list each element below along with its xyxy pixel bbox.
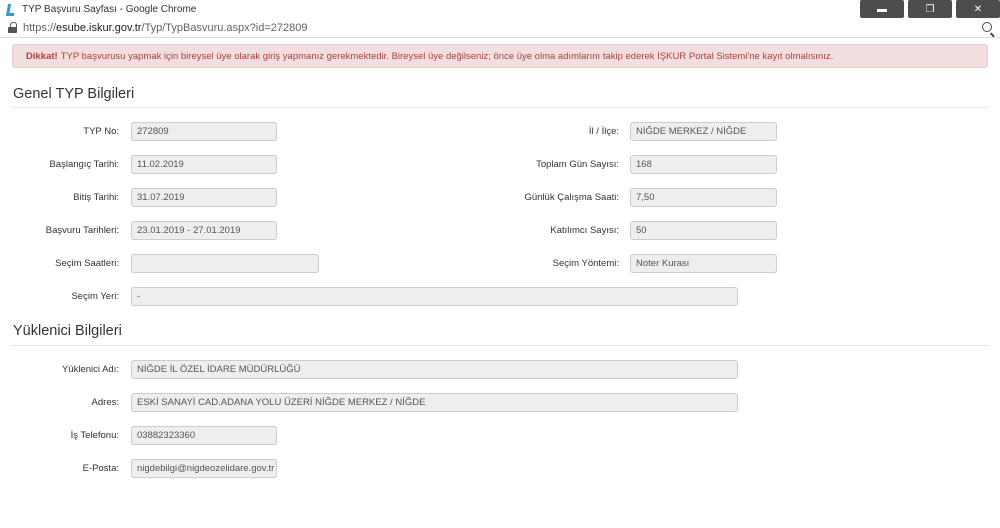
- restore-button[interactable]: ❐: [908, 0, 952, 18]
- alert-text: TYP başvurusu yapmak için bireysel üye o…: [60, 50, 834, 62]
- field-secim-yontemi: Noter Kurası: [630, 254, 777, 273]
- label-toplam-gun: Toplam Gün Sayısı:: [536, 159, 619, 170]
- section-title-contractor: Yüklenici Bilgileri: [13, 323, 122, 339]
- alert-strong: Dikkat!: [26, 50, 58, 62]
- url-protocol: https://: [23, 21, 57, 34]
- window-titlebar: TYP Başvuru Sayfası - Google Chrome ▬ ❐ …: [0, 0, 1000, 18]
- field-bitis-tarihi: 31.07.2019: [131, 188, 277, 207]
- label-typ-no: TYP No:: [83, 126, 119, 137]
- warning-alert: Dikkat! TYP başvurusu yapmak için bireys…: [12, 44, 988, 68]
- label-is-telefonu: İş Telefonu:: [70, 430, 119, 441]
- label-baslangic-tarihi: Başlangıç Tarihi:: [49, 159, 119, 170]
- label-secim-yontemi: Seçim Yöntemi:: [552, 258, 619, 269]
- address-bar[interactable]: https://esube.iskur.gov.tr/Typ/TypBasvur…: [0, 18, 1000, 38]
- field-typ-no: 272809: [131, 122, 277, 141]
- field-gunluk-calisma-saati: 7,50: [630, 188, 777, 207]
- field-toplam-gun: 168: [630, 155, 777, 174]
- field-secim-yeri: -: [131, 287, 738, 306]
- app-logo-icon: [6, 4, 16, 14]
- field-katilimci-sayisi: 50: [630, 221, 777, 240]
- field-yuklenici-adi: NİĞDE İL ÖZEL İDARE MÜDÜRLÜĞÜ: [131, 360, 738, 379]
- window-title: TYP Başvuru Sayfası - Google Chrome: [22, 3, 197, 15]
- field-basvuru-tarihleri: 23.01.2019 - 27.01.2019: [131, 221, 277, 240]
- label-secim-saatleri: Seçim Saatleri:: [55, 258, 119, 269]
- label-il-ilce: İl / İlçe:: [588, 126, 619, 137]
- field-adres: ESKİ SANAYİ CAD.ADANA YOLU ÜZERİ NİĞDE M…: [131, 393, 738, 412]
- close-button[interactable]: ✕: [956, 0, 1000, 18]
- window-controls: ▬ ❐ ✕: [856, 0, 1000, 18]
- lock-icon: [8, 21, 17, 34]
- url-host: esube.iskur.gov.tr: [56, 21, 142, 34]
- section-title-general: Genel TYP Bilgileri: [13, 86, 135, 102]
- label-secim-yeri: Seçim Yeri:: [71, 291, 119, 302]
- field-e-posta: nigdebilgi@nigdeozelidare.gov.tr: [131, 459, 277, 478]
- section-divider: [12, 345, 988, 346]
- url-text[interactable]: https://esube.iskur.gov.tr/Typ/TypBasvur…: [23, 22, 307, 34]
- url-path: /Typ/TypBasvuru.aspx?id=272809: [141, 21, 308, 34]
- label-basvuru-tarihleri: Başvuru Tarihleri:: [45, 225, 119, 236]
- label-adres: Adres:: [91, 397, 119, 408]
- label-katilimci-sayisi: Katılımcı Sayısı:: [550, 225, 619, 236]
- label-gunluk-calisma-saati: Günlük Çalışma Saati:: [524, 192, 619, 203]
- field-secim-saatleri: [131, 254, 319, 273]
- label-e-posta: E-Posta:: [82, 463, 119, 474]
- field-is-telefonu: 03882323360: [131, 426, 277, 445]
- field-baslangic-tarihi: 11.02.2019: [131, 155, 277, 174]
- section-divider: [12, 107, 988, 108]
- label-bitis-tarihi: Bitiş Tarihi:: [73, 192, 119, 203]
- label-yuklenici-adi: Yüklenici Adı:: [61, 364, 119, 375]
- zoom-icon[interactable]: [982, 22, 992, 32]
- field-il-ilce: NİĞDE MERKEZ / NİĞDE: [630, 122, 777, 141]
- minimize-button[interactable]: ▬: [860, 0, 904, 18]
